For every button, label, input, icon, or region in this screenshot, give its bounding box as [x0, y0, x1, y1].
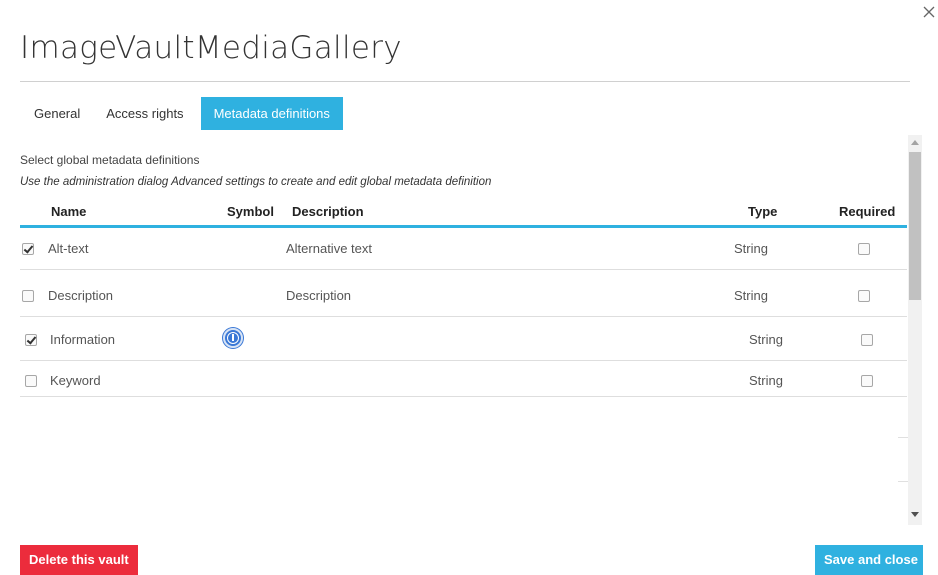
table-row: Keyword String: [20, 361, 907, 397]
divider: [898, 481, 908, 482]
scroll-down-icon[interactable]: [911, 512, 919, 517]
row-required-checkbox[interactable]: [858, 243, 870, 255]
column-name: Name: [51, 204, 87, 219]
column-symbol: Symbol: [227, 204, 274, 219]
row-required-checkbox[interactable]: [861, 334, 873, 346]
column-description: Description: [292, 204, 364, 219]
row-required-checkbox[interactable]: [861, 375, 873, 387]
row-select-checkbox[interactable]: [25, 334, 37, 346]
title-divider: [20, 81, 910, 82]
row-type: String: [734, 241, 768, 256]
column-type: Type: [748, 204, 778, 219]
tab-metadata-definitions[interactable]: Metadata definitions: [200, 97, 343, 130]
hint-text: Select global metadata definitions: [20, 153, 200, 167]
info-icon: [223, 328, 243, 348]
tab-access-rights[interactable]: Access rights: [93, 97, 196, 130]
row-type: String: [734, 288, 768, 303]
vertical-scrollbar[interactable]: [908, 135, 922, 525]
table-row: Description Description String: [20, 270, 907, 317]
save-and-close-button[interactable]: Save and close: [815, 545, 923, 575]
row-name: Alt-text: [48, 241, 89, 256]
divider: [898, 437, 908, 438]
tab-general[interactable]: General: [20, 97, 93, 130]
delete-vault-button[interactable]: Delete this vault: [20, 545, 138, 575]
row-select-checkbox[interactable]: [22, 243, 34, 255]
row-name: Keyword: [50, 373, 101, 388]
row-type: String: [749, 332, 783, 347]
close-icon: [923, 6, 935, 18]
row-description: Description: [286, 288, 352, 303]
table-row: Information String: [20, 317, 907, 361]
metadata-table-body: Alt-text Alternative text String Descrip…: [20, 228, 907, 397]
row-name: Description: [48, 288, 114, 303]
scroll-up-icon[interactable]: [911, 140, 919, 145]
row-select-checkbox[interactable]: [22, 290, 34, 302]
row-description: Alternative text: [286, 241, 372, 256]
row-required-checkbox[interactable]: [858, 290, 870, 302]
tab-bar: General Access rights Metadata definitio…: [20, 97, 343, 130]
row-select-checkbox[interactable]: [25, 375, 37, 387]
dialog-title: ImageVaultMediaGallery: [20, 30, 402, 66]
hint-italic-text: Use the administration dialog Advanced s…: [20, 176, 492, 188]
row-name: Information: [50, 332, 116, 347]
close-button[interactable]: [921, 4, 937, 20]
metadata-panel: Select global metadata definitions Use t…: [20, 135, 908, 525]
column-required: Required: [839, 204, 896, 219]
table-header: Name Symbol Description Type Required: [20, 197, 907, 228]
table-row: Alt-text Alternative text String: [20, 228, 907, 270]
row-type: String: [749, 373, 783, 388]
scrollbar-thumb[interactable]: [909, 152, 921, 300]
